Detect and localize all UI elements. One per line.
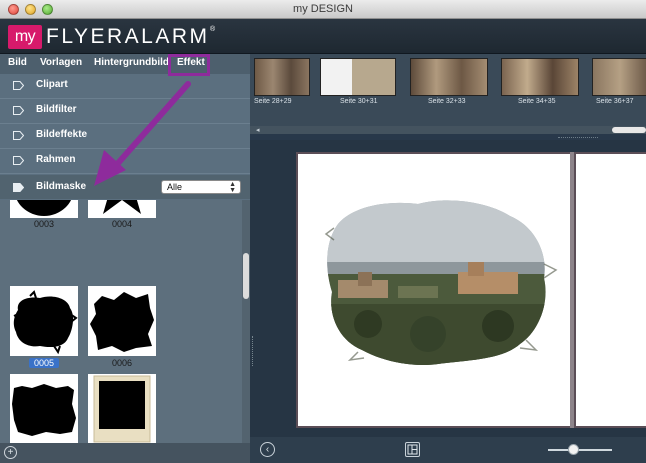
mask-thumb-0006[interactable] [88,286,156,356]
mask-thumb-0007[interactable] [10,374,78,443]
layout-icon[interactable] [405,442,420,457]
app-window: my DESIGN my FLYERALARM ® Bild Vorlagen … [0,0,646,463]
scrollbar-thumb[interactable] [243,253,249,299]
page-left[interactable] [296,152,572,428]
page-thumb[interactable] [501,58,579,96]
category-clipart[interactable]: Clipart [0,74,250,98]
page-label: Seite 34+35 [518,98,556,105]
page-label: Seite 30+31 [340,98,378,105]
scroll-left-icon[interactable]: ◂ [256,126,260,134]
mask-label: 0004 [111,219,133,229]
right-panel: Seite 28+29 Seite 30+31 Seite 32+33 Seit… [250,54,646,463]
mask-thumb-0004[interactable] [88,200,156,218]
category-label: Clipart [36,79,68,90]
annotation-highlight-box [168,54,210,76]
page-thumb[interactable] [410,58,488,96]
page-label: Seite 36+37 [596,98,634,105]
mask-label: 0003 [33,219,55,229]
divider [0,173,250,174]
menu-item-bild[interactable]: Bild [8,57,27,68]
menu-item-vorlagen[interactable]: Vorlagen [40,57,82,68]
tag-icon [13,81,24,90]
page-label: Seite 28+29 [254,98,292,105]
category-bildeffekte[interactable]: Bildeffekte [0,124,250,148]
logo-my: my [8,25,42,49]
mask-grid-scrollbar[interactable] [242,200,250,443]
logo-wordmark: FLYERALARM [46,25,210,48]
category-label: Bildfilter [36,104,77,115]
design-canvas [250,140,646,437]
logo-registered-mark: ® [210,26,216,33]
page-thumb-selected[interactable] [320,58,396,96]
menu-item-hintergrundbild[interactable]: Hintergrundbild [94,57,169,68]
mask-shape [90,292,154,352]
mask-thumb-0003[interactable] [10,200,78,218]
tag-icon [13,106,24,115]
bottom-toolbar: ‹ [250,437,646,463]
page-thumb[interactable] [592,58,646,96]
resize-grip[interactable] [252,336,255,366]
left-panel-footer: + [0,443,250,463]
category-label: Rahmen [36,154,76,165]
title-bar: my DESIGN [0,0,646,19]
page-thumb[interactable] [254,58,310,96]
mask-shape [103,200,141,214]
tag-icon [13,183,24,192]
mask-shape [93,375,151,443]
page-filmstrip: Seite 28+29 Seite 30+31 Seite 32+33 Seit… [250,54,646,134]
select-value: Alle [167,182,183,192]
category-label: Bildeffekte [36,129,88,140]
mask-label: 0006 [111,358,133,368]
masked-photo[interactable] [298,154,570,426]
select-arrows-icon: ▲ ▼ [229,181,236,194]
plus-icon[interactable]: + [4,446,17,459]
category-bildmaske[interactable]: Bildmaske Alle ▲ ▼ [0,175,250,199]
mask-shape [13,290,78,355]
category-rahmen[interactable]: Rahmen [0,149,250,173]
mask-label-selected: 0005 [29,358,59,368]
mask-grid: 0003 0004 0005 0006 [0,200,242,443]
filmstrip-scrollbar[interactable]: ◂ [250,126,646,134]
zoom-slider-track[interactable] [548,449,612,451]
mask-thumb-0001[interactable] [88,374,156,443]
mask-shape [12,384,76,436]
left-panel: Bild Vorlagen Hintergrundbild Effekt Cli… [0,54,250,463]
layout-glyph [407,444,418,455]
tag-icon [13,156,24,165]
page-label: Seite 32+33 [428,98,466,105]
zoom-slider-knob[interactable] [568,444,579,455]
scrollbar-thumb[interactable] [612,127,646,133]
category-label: Bildmaske [36,181,87,192]
page-right[interactable] [574,152,646,428]
window-title: my DESIGN [293,3,353,15]
app-header: my FLYERALARM ® [0,19,646,54]
menu-bar: Bild Vorlagen Hintergrundbild Effekt [0,54,250,76]
mask-shape [16,200,72,216]
tag-icon [13,131,24,140]
back-arrow-icon[interactable]: ‹ [260,442,275,457]
category-bildfilter[interactable]: Bildfilter [0,99,250,123]
mask-filter-select[interactable]: Alle ▲ ▼ [161,180,241,194]
mask-thumb-0005[interactable] [10,286,78,356]
